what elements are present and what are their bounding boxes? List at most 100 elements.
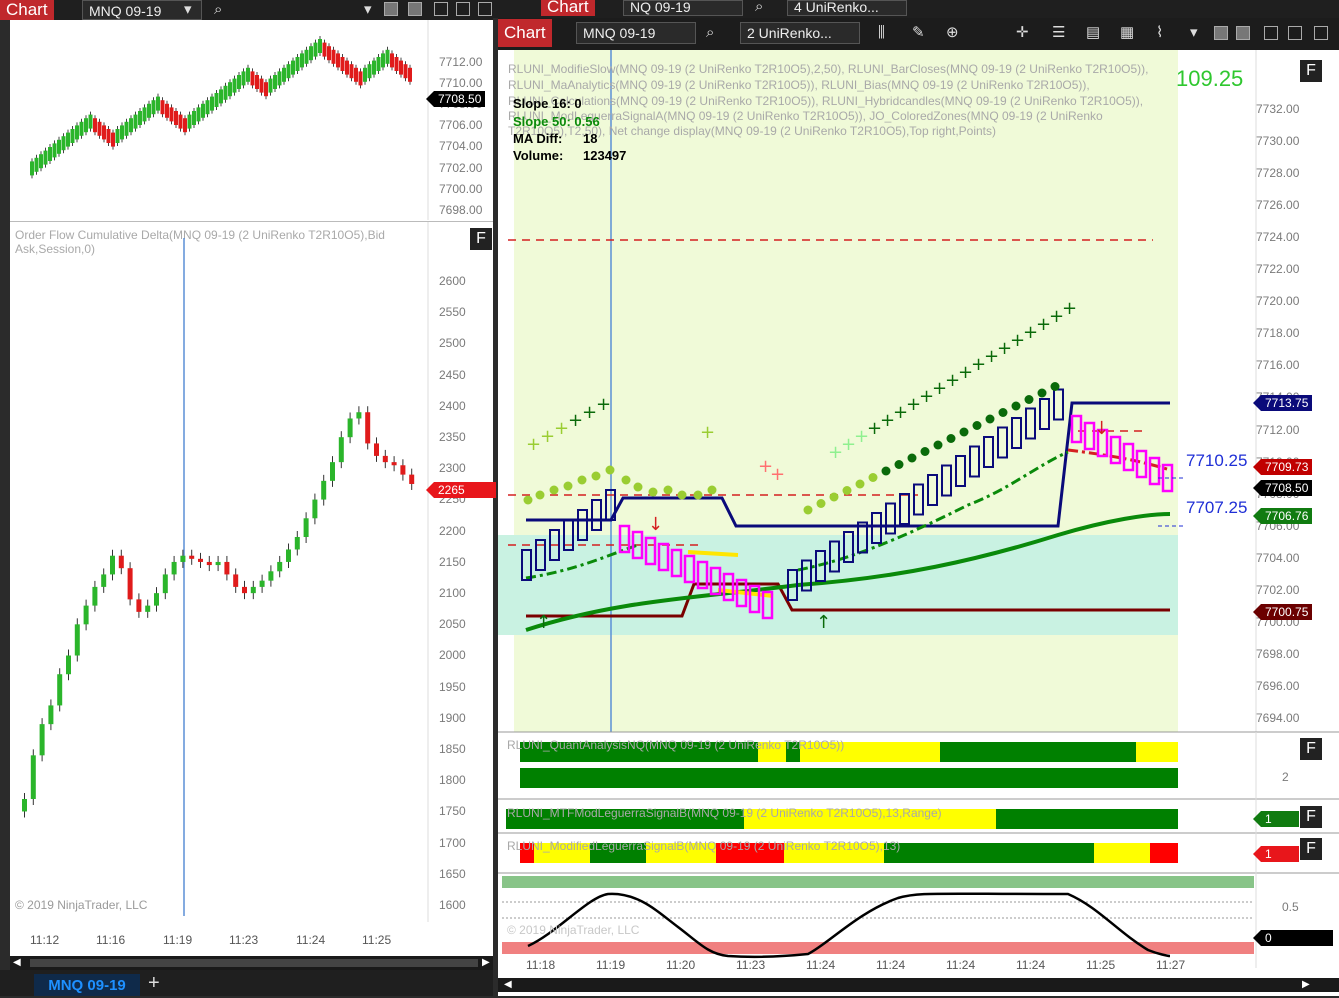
renko-brick <box>345 60 349 75</box>
right-panel-f-button[interactable]: F <box>1300 60 1322 82</box>
quant-f-button[interactable]: F <box>1300 738 1322 760</box>
renko-brick <box>327 46 331 61</box>
renko-brick <box>183 118 187 133</box>
back-series-selector[interactable]: 4 UniRenko... <box>787 0 907 16</box>
renko-brick <box>106 129 111 143</box>
time-axis-label: 11:25 <box>1086 958 1116 972</box>
renko-brick <box>120 125 124 140</box>
renko-brick <box>39 154 43 169</box>
back-chart-chip[interactable]: Chart <box>541 0 595 16</box>
scroll-right-icon[interactable]: ▶ <box>482 957 490 968</box>
right-scroll-right-icon[interactable]: ▶ <box>1302 979 1310 990</box>
renko-brick <box>151 100 156 115</box>
price-axis-label: 7704.00 <box>439 139 483 154</box>
minimize-window-button[interactable] <box>434 2 448 16</box>
renko-brick <box>277 71 282 86</box>
right-maximize-button[interactable] <box>1288 26 1302 40</box>
mtf-f-button[interactable]: F <box>1300 806 1322 828</box>
delta-axis-label: 1900 <box>439 710 466 725</box>
dropdown-icon[interactable]: ▾ <box>364 0 372 20</box>
delta-candle <box>48 705 54 725</box>
renko-brick <box>88 114 93 129</box>
restore-button[interactable] <box>408 2 422 16</box>
indicators-icon[interactable]: ⌇ <box>1156 23 1163 43</box>
back-instrument-selector[interactable]: NQ 09-19 <box>623 0 743 16</box>
delta-candle <box>83 605 89 625</box>
instrument-tab[interactable]: MNQ 09-19 <box>34 974 140 996</box>
templates-icon[interactable]: ▤ <box>1086 23 1100 43</box>
renko-brick <box>273 75 277 89</box>
renko-brick <box>111 132 115 147</box>
delta-candle <box>57 674 63 706</box>
time-axis-label: 11:24 <box>806 958 836 972</box>
right-restore-button[interactable] <box>1236 26 1250 40</box>
trend-dot <box>663 485 673 495</box>
cross-marker: + <box>568 410 583 431</box>
renko-brick <box>201 103 205 118</box>
price-axis-label: 7700.00 <box>439 181 483 196</box>
delta-candle <box>74 624 80 656</box>
right-instrument-selector[interactable]: MNQ 09-19 <box>576 22 696 44</box>
renko-brick <box>354 67 358 82</box>
right-minimize-button[interactable] <box>1214 26 1228 40</box>
search-icon[interactable]: ⌕ <box>214 0 222 20</box>
trend-dot <box>829 492 839 502</box>
renko-brick <box>309 46 313 61</box>
left-scrollbar[interactable]: ◀ ▶ <box>10 956 493 970</box>
price-axis-label: 7732.00 <box>1256 102 1300 116</box>
trend-dot <box>621 475 631 485</box>
dropdown-icon[interactable]: ▾ <box>1190 23 1198 43</box>
scroll-thumb[interactable] <box>30 959 478 967</box>
cross-marker: + <box>582 402 597 423</box>
properties-icon[interactable]: ☰ <box>1052 23 1065 43</box>
trend-dot <box>907 453 917 463</box>
renko-brick <box>340 57 345 71</box>
delta-candle <box>286 549 291 562</box>
add-tab-button[interactable]: + <box>148 972 160 995</box>
price-axis-label: 7724.00 <box>1256 230 1300 245</box>
mod-bar-segment <box>884 843 1094 863</box>
right-search-icon[interactable]: ⌕ <box>706 23 714 43</box>
right-minimize-window-button[interactable] <box>1264 26 1278 40</box>
price-axis-label: 7722.00 <box>1256 262 1300 277</box>
right-scroll-left-icon[interactable]: ◀ <box>504 979 512 990</box>
cross-marker: + <box>526 434 541 455</box>
delta-axis-label: 2000 <box>439 648 466 663</box>
delta-axis-label: 2200 <box>439 523 466 538</box>
close-button[interactable] <box>478 2 492 16</box>
right-scrollbar[interactable]: ◀ ▶ <box>498 978 1339 992</box>
zoom-icon[interactable]: ⊕ <box>946 23 959 43</box>
chevron-down-icon[interactable]: ▾ <box>184 0 192 20</box>
right-series-selector[interactable]: 2 UniRenko... <box>740 22 860 44</box>
renko-brick <box>318 39 322 53</box>
bar-type-icon[interactable]: ⫼ <box>878 23 885 43</box>
right-chart-chip[interactable]: Chart <box>498 19 552 47</box>
price-axis-label: 7696.00 <box>1256 678 1300 693</box>
trend-dot <box>591 471 601 481</box>
mod-f-button[interactable]: F <box>1300 838 1322 860</box>
delta-candle <box>39 724 45 756</box>
strategies-icon[interactable]: ▦ <box>1120 23 1134 43</box>
renko-brick <box>403 64 408 79</box>
delta-candle <box>330 462 335 481</box>
renko-brick <box>376 57 381 71</box>
minimize-button[interactable] <box>384 2 398 16</box>
net-change-display: 109.25 <box>1176 66 1244 91</box>
chart-chip[interactable]: Chart <box>0 0 54 20</box>
delta-candle <box>206 561 212 566</box>
delta-axis-label: 1600 <box>439 898 466 912</box>
mod-bar-segment <box>1150 843 1178 863</box>
delta-candle <box>374 443 379 456</box>
osc-axis-label: 0.5 <box>1282 900 1299 914</box>
renko-brick <box>205 100 210 115</box>
delta-candle <box>101 574 107 587</box>
crosshair-icon[interactable]: ✛ <box>1016 23 1029 43</box>
scroll-left-icon[interactable]: ◀ <box>13 957 21 968</box>
right-close-button[interactable] <box>1314 26 1328 40</box>
trend-dot <box>523 495 533 505</box>
up-arrow-icon: ↑ <box>536 612 551 633</box>
draw-pencil-icon[interactable]: ✎ <box>912 23 925 43</box>
back-search-icon[interactable]: ⌕ <box>755 0 763 14</box>
renko-brick <box>300 53 304 68</box>
maximize-button[interactable] <box>456 2 470 16</box>
